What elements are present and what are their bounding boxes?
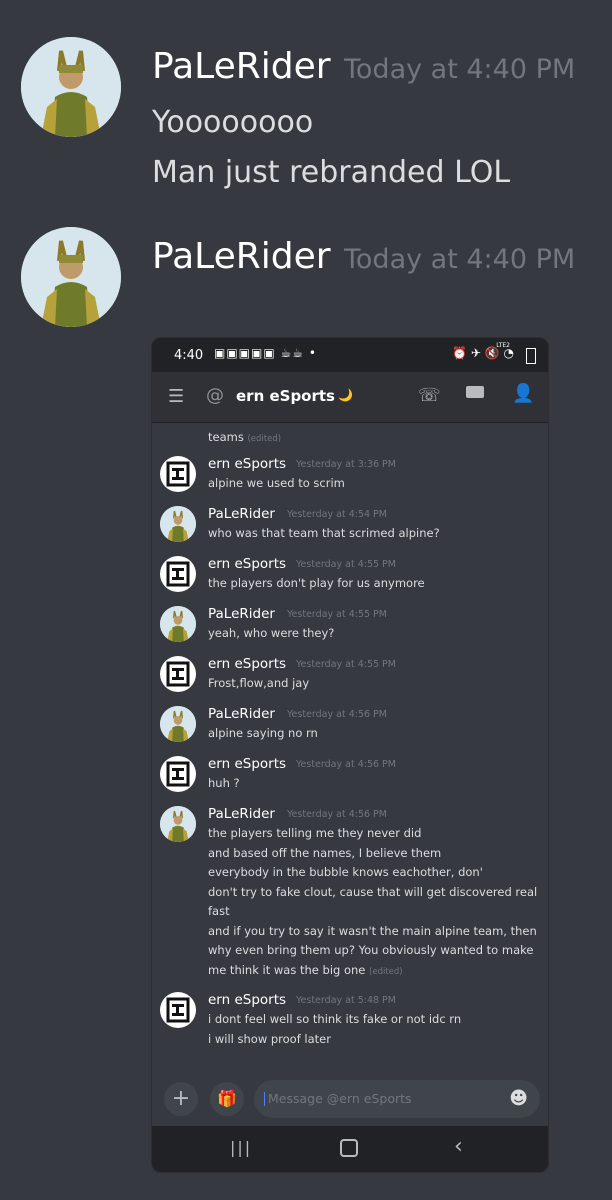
username[interactable]: ern eSports: [208, 456, 286, 472]
phone-status-bar: 4:40 ▣▣▣▣▣ ☕☕ • ⏰ ✈ 🔇 ◔ LTE2: [152, 338, 548, 372]
ern-logo-icon: [166, 461, 190, 487]
edited-label: (edited): [247, 434, 282, 444]
loki-avatar-icon: [21, 227, 121, 327]
timestamp: Yesterday at 4:54 PM: [287, 509, 387, 520]
ern-logo-icon: [166, 561, 190, 587]
avatar[interactable]: [21, 227, 121, 327]
message-text: Frost,flow,and jay: [208, 676, 310, 690]
message-text: who was that team that scrimed alpine?: [208, 526, 440, 540]
avatar[interactable]: [160, 506, 196, 542]
message-text: why even bring them up? You obviously wa…: [208, 943, 534, 957]
timestamp: Yesterday at 4:55 PM: [287, 609, 387, 620]
username[interactable]: PaLeRider: [208, 606, 275, 622]
username[interactable]: PaLeRider: [208, 806, 275, 822]
channel-name: ern eSports: [236, 387, 335, 405]
timestamp: Today at 4:40 PM: [344, 244, 576, 275]
avatar[interactable]: [160, 756, 196, 792]
loki-avatar-icon: [160, 606, 196, 642]
timestamp: Yesterday at 4:56 PM: [287, 809, 387, 820]
username[interactable]: ern eSports: [208, 992, 286, 1008]
avatar[interactable]: [160, 556, 196, 592]
at-icon: @: [206, 385, 224, 406]
message-text: yeah, who were they?: [208, 626, 335, 640]
message-text: me think it was the big one (edited): [208, 962, 403, 977]
add-button[interactable]: +: [164, 1082, 198, 1116]
message-text: the players don't play for us anymore: [208, 576, 425, 590]
android-nav-bar: ||| ‹: [152, 1126, 548, 1172]
avatar[interactable]: [160, 656, 196, 692]
message-text: the players telling me they never did: [208, 826, 422, 840]
gift-button[interactable]: 🎁: [210, 1082, 244, 1116]
timestamp: Yesterday at 4:56 PM: [287, 709, 387, 720]
message-text: Man just rebranded LOL: [152, 155, 511, 190]
ern-logo-icon: [166, 661, 190, 687]
ern-logo-icon: [166, 997, 190, 1023]
ern-logo-icon: [166, 761, 190, 787]
message-input-placeholder: Message @ern eSports: [268, 1091, 412, 1106]
message-text: huh ?: [208, 776, 240, 790]
message-text: alpine we used to scrim: [208, 476, 345, 490]
avatar[interactable]: [160, 992, 196, 1028]
truncated-message: teams (edited): [208, 430, 282, 444]
message-input[interactable]: Message @ern eSports ☻: [254, 1080, 540, 1118]
lte-label: LTE2: [496, 342, 510, 349]
message-composer: + 🎁 Message @ern eSports ☻: [152, 1074, 548, 1124]
notification-icons: ▣▣▣▣▣ ☕☕ •: [214, 346, 317, 360]
call-icon[interactable]: ☏: [418, 385, 441, 406]
moon-emoji-icon: 🌙: [338, 388, 353, 402]
timestamp: Yesterday at 4:55 PM: [296, 659, 396, 670]
avatar[interactable]: [160, 706, 196, 742]
text-cursor: [264, 1092, 265, 1106]
edited-label: (edited): [369, 966, 403, 977]
loki-avatar-icon: [160, 506, 196, 542]
avatar[interactable]: [160, 606, 196, 642]
message-text: Yoooooooo: [152, 105, 314, 140]
emoji-icon[interactable]: ☻: [509, 1080, 528, 1118]
loki-avatar-icon: [160, 706, 196, 742]
attached-screenshot[interactable]: 4:40 ▣▣▣▣▣ ☕☕ • ⏰ ✈ 🔇 ◔ LTE2 ☰ @ ern eSp…: [151, 337, 549, 1173]
video-call-icon[interactable]: [466, 386, 484, 398]
loki-avatar-icon: [160, 806, 196, 842]
timestamp: Yesterday at 3:36 PM: [296, 459, 396, 470]
avatar[interactable]: [21, 37, 121, 137]
back-button[interactable]: ‹: [454, 1134, 463, 1159]
message-text: alpine saying no rn: [208, 726, 318, 740]
profile-icon[interactable]: 👤: [512, 383, 534, 404]
message-text: and based off the names, I believe them: [208, 845, 442, 860]
username[interactable]: ern eSports: [208, 756, 286, 772]
message-text: and if you try to say it wasn't the main…: [208, 923, 537, 938]
hamburger-menu-icon[interactable]: ☰: [168, 386, 184, 407]
recents-button[interactable]: |||: [230, 1138, 252, 1157]
timestamp: Yesterday at 4:56 PM: [296, 759, 396, 770]
message-text: don't try to fake clout, cause that will…: [208, 884, 538, 899]
battery-icon: [526, 348, 536, 364]
message-text: fast: [208, 904, 230, 918]
loki-avatar-icon: [21, 37, 121, 137]
username[interactable]: PaLeRider: [208, 506, 275, 522]
chat-header: ☰ @ ern eSports 🌙 ☏ 👤: [152, 372, 548, 422]
timestamp: Yesterday at 5:48 PM: [296, 995, 396, 1006]
username[interactable]: PaLeRider: [152, 236, 331, 277]
timestamp: Today at 4:40 PM: [344, 54, 576, 85]
message-text: i dont feel well so think its fake or no…: [208, 1012, 462, 1026]
avatar[interactable]: [160, 806, 196, 842]
message-text: i will show proof later: [208, 1031, 331, 1046]
username[interactable]: ern eSports: [208, 556, 286, 572]
avatar[interactable]: [160, 456, 196, 492]
message-text: everybody in the bubble knows eachother,…: [208, 865, 483, 879]
username[interactable]: PaLeRider: [208, 706, 275, 722]
timestamp: Yesterday at 4:55 PM: [296, 559, 396, 570]
home-button[interactable]: [340, 1139, 358, 1157]
username[interactable]: PaLeRider: [152, 46, 331, 87]
username[interactable]: ern eSports: [208, 656, 286, 672]
status-time: 4:40: [174, 348, 204, 363]
